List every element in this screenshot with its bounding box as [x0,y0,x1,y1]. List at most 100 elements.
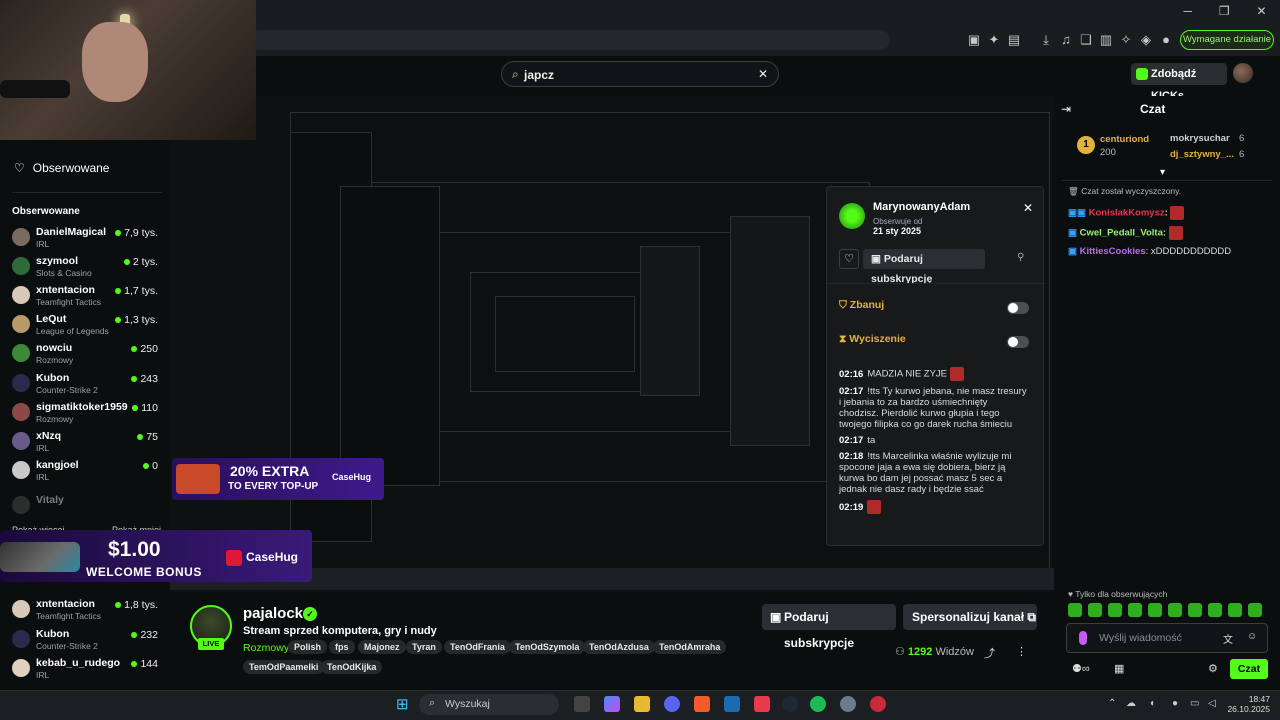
heart-icon[interactable]: ♡ [839,249,859,269]
stream-category[interactable]: Rozmowy [243,642,289,654]
download-icon[interactable]: ⤓ [1038,32,1054,48]
points-icon[interactable]: ⚉∞ [1072,662,1090,675]
stream-tag[interactable]: fps [329,640,355,654]
sidebar-channel[interactable]: Kubon Counter-Strike 2 243 [12,372,162,400]
emote-icon[interactable] [1168,603,1182,617]
tray-app-icon[interactable]: ◐ [1150,698,1156,709]
sidebar-channel[interactable]: LeQut League of Legends 1,3 tys. [12,313,162,341]
sidebar-channel[interactable]: Vitaly [12,494,162,522]
taskbar-search[interactable]: ⌕ Wyszukaj [419,694,559,715]
mute-toggle[interactable] [1007,336,1029,348]
leaderboard-user[interactable]: centuriond [1100,134,1149,145]
sidebar-channel[interactable]: DanielMagical IRL 7,9 tys. [12,226,162,254]
stream-tag[interactable]: TenOdSzymola [509,640,586,654]
gift-subs-button[interactable]: ▣ Podaruj subskrypcje [762,604,896,650]
emote-icon[interactable] [1228,603,1242,617]
customize-channel-button[interactable]: Spersonalizuj kanał ⧉ [903,604,1037,630]
sidebar-channel[interactable]: sigmatiktoker1959 Rozmowy 110 [12,401,162,429]
leaderboard-user[interactable]: mokrysuchar [1170,133,1230,144]
steam-icon[interactable] [782,696,798,712]
stream-tag[interactable]: TenOdAzdusa [583,640,655,654]
chat-message-input[interactable] [1099,630,1215,646]
collapse-chat-icon[interactable]: ⇥ [1061,102,1071,116]
stream-tag[interactable]: Majonez [358,640,406,654]
settings-icon[interactable] [840,696,856,712]
puzzle-icon[interactable]: ✦ [986,32,1002,48]
sidebar-channel[interactable]: nowciu Rozmowy 250 [12,342,162,370]
emote-icon[interactable] [1248,603,1262,617]
wallet-icon[interactable]: ▥ [1098,32,1114,48]
sidebar-channel[interactable]: Kubon Counter-Strike 2 232 [12,628,162,656]
address-bar[interactable] [250,30,890,50]
pin-icon[interactable]: ⚲ [1017,252,1024,263]
profile-icon[interactable]: ● [1158,32,1174,48]
emote-icon[interactable] [1188,603,1202,617]
store-icon[interactable] [724,696,740,712]
chat-send-button[interactable]: Czat [1230,659,1268,679]
gift-sub-button[interactable]: ▣ Podaruj subskrypcję [863,249,985,285]
close-icon[interactable]: ✕ [1023,201,1033,215]
emote-icon[interactable] [1088,603,1102,617]
more-options-icon[interactable]: ⋮ [1016,645,1027,658]
stream-tag[interactable]: TenOdFrania [444,640,511,654]
stream-tag[interactable]: TemOdPaamelki [243,660,325,674]
emote-icon[interactable] [1148,603,1162,617]
sidebar-channel[interactable]: kangjoel IRL 0 [12,459,162,487]
emote-icon[interactable] [1108,603,1122,617]
copilot-icon[interactable]: ✧ [1118,32,1134,48]
copilot-icon[interactable] [604,696,620,712]
discord-icon[interactable] [664,696,680,712]
file-explorer-icon[interactable] [634,696,650,712]
clear-search-icon[interactable]: ✕ [758,67,768,81]
close-icon[interactable]: ✕ [1256,4,1266,24]
minimize-icon[interactable]: ─ [1183,4,1192,24]
microphone-icon[interactable] [1079,631,1087,645]
sidebar-channel[interactable]: xntentacion Teamfight Tactics 1,8 tys. [12,598,162,626]
sidebar-following-link[interactable]: ♡ Obserwowane [14,161,109,175]
music-icon[interactable]: ♫ [1058,32,1074,48]
ban-toggle[interactable] [1007,302,1029,314]
streamer-name[interactable]: pajalock [243,605,303,622]
brave-icon[interactable] [694,696,710,712]
expand-leaderboard-icon[interactable]: ▾ [1160,167,1165,178]
stream-tag[interactable]: TenOdKijka [321,660,383,674]
tray-volume-icon[interactable]: ◁ [1208,698,1216,709]
required-action-button[interactable]: Wymagane działanie [1180,30,1274,50]
extension-icon[interactable]: ▣ [966,32,982,48]
sidebar-icon[interactable]: ▤ [1006,32,1022,48]
tray-cloud-icon[interactable]: ☁ [1126,698,1136,709]
store-icon[interactable]: ▦ [1114,662,1124,675]
sidebar-channel[interactable]: xNzq IRL 75 [12,430,162,458]
windows-start-icon[interactable]: ⊞ [396,695,409,713]
emote-icon[interactable] [1208,603,1222,617]
stream-tag[interactable]: TenOdAmraha [653,640,727,654]
app-icon[interactable] [870,696,886,712]
emoji-icon[interactable]: ☺ [1247,631,1257,642]
browser-icon[interactable] [754,696,770,712]
sidebar-channel[interactable]: szymool Slots & Casino 2 tys. [12,255,162,283]
stream-tag[interactable]: Polish [288,640,328,654]
user-card-username[interactable]: MarynowanyAdam [873,201,970,213]
tray-mic-icon[interactable]: ● [1172,698,1178,709]
tray-network-icon[interactable]: ▭ [1190,698,1199,709]
get-kicks-button[interactable]: Zdobądź KICKs [1131,63,1227,102]
promo-banner[interactable]: $1.00 WELCOME BONUS CaseHug [0,530,312,582]
sidebar-channel[interactable]: xntentacion Teamfight Tactics 1,7 tys. [12,284,162,312]
sidebar-channel[interactable]: kebab_u_rudego IRL 144 [12,657,162,685]
promo-banner[interactable]: 20% EXTRA TO EVERY TOP-UP CaseHug [172,458,384,500]
emote-icon[interactable] [1128,603,1142,617]
search-input[interactable]: ⌕ japcz ✕ [501,61,779,87]
stream-tag[interactable]: Tyran [406,640,442,654]
translate-icon[interactable]: 文 [1223,631,1233,646]
collections-icon[interactable]: ❏ [1078,32,1094,48]
share-icon[interactable]: ⤴ [984,645,995,661]
tray-chevron-icon[interactable]: ⌃ [1108,698,1116,709]
taskbar-clock[interactable]: 18:47 26.10.2025 [1226,694,1270,714]
shield-icon[interactable]: ◈ [1138,32,1154,48]
user-avatar[interactable] [1233,63,1253,83]
task-view-icon[interactable] [574,696,590,712]
emote-icon[interactable] [1068,603,1082,617]
settings-icon[interactable]: ⚙ [1208,662,1218,675]
leaderboard-user[interactable]: dj_sztywny_... [1170,149,1234,160]
maximize-icon[interactable]: ❐ [1219,4,1230,24]
